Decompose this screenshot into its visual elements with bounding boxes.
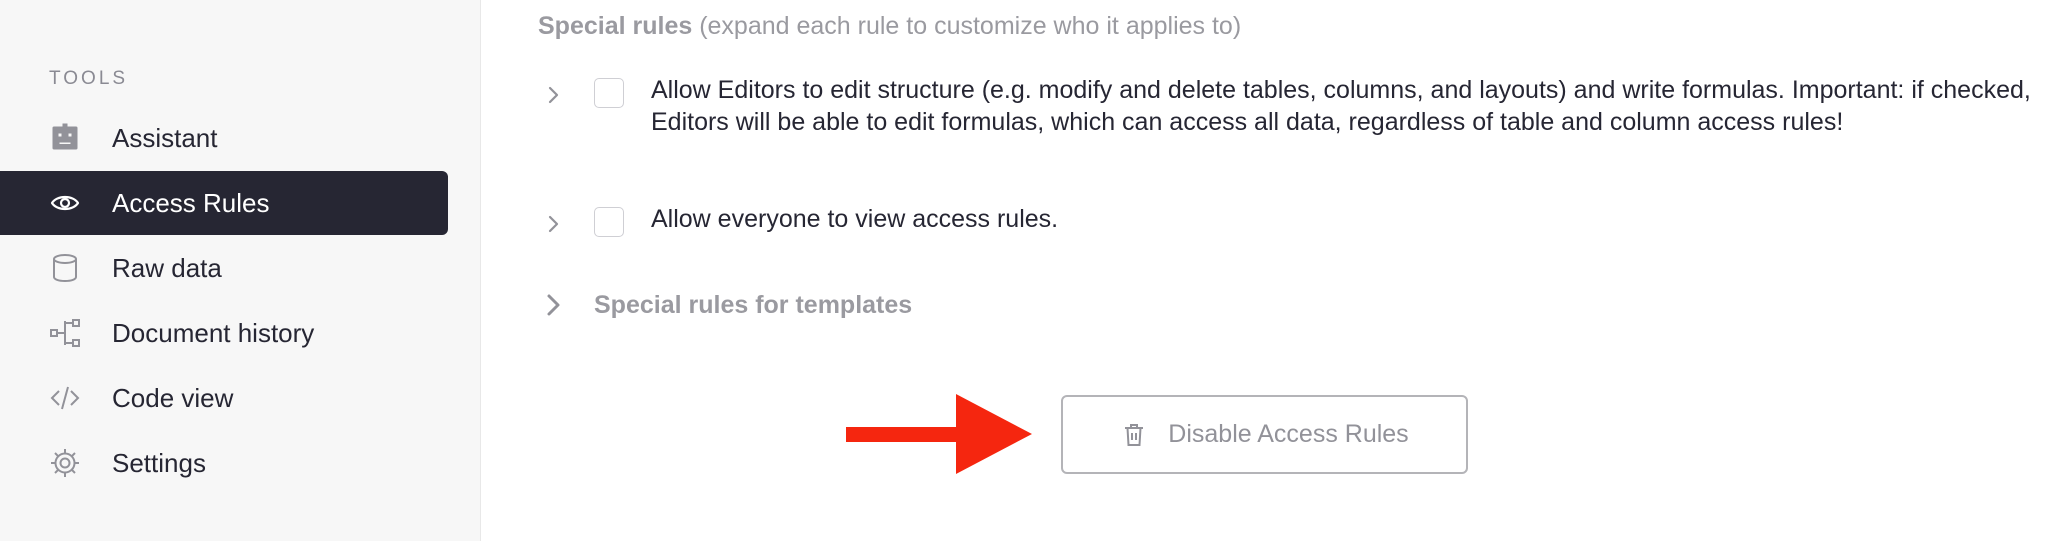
database-icon bbox=[48, 251, 82, 285]
sidebar-item-raw-data[interactable]: Raw data bbox=[0, 236, 448, 300]
robot-icon bbox=[48, 121, 82, 155]
special-rules-title: Special rules bbox=[538, 12, 693, 40]
sidebar-item-label: Raw data bbox=[112, 252, 222, 283]
disable-button-label: Disable Access Rules bbox=[1168, 420, 1409, 448]
special-rule-edit-structure: Allow Editors to edit structure (e.g. mo… bbox=[538, 74, 2048, 138]
sidebar-item-code-view[interactable]: Code view bbox=[0, 366, 448, 430]
sidebar-item-label: Assistant bbox=[112, 122, 218, 153]
history-tree-icon bbox=[48, 316, 82, 350]
edit-structure-checkbox[interactable] bbox=[594, 78, 624, 108]
sidebar-item-label: Code view bbox=[112, 382, 234, 413]
special-rule-text: Allow Editors to edit structure (e.g. mo… bbox=[651, 76, 2031, 136]
sidebar-item-label: Document history bbox=[112, 317, 315, 348]
special-rule-view-access-rules: Allow everyone to view access rules. bbox=[538, 203, 2048, 239]
sidebar-item-access-rules[interactable]: Access Rules bbox=[0, 171, 448, 235]
sidebar-item-settings[interactable]: Settings bbox=[0, 431, 448, 495]
view-access-rules-checkbox[interactable] bbox=[594, 207, 624, 237]
gear-icon bbox=[48, 446, 82, 480]
templates-section-label: Special rules for templates bbox=[594, 290, 913, 319]
code-icon bbox=[48, 381, 82, 415]
red-arrow-icon bbox=[846, 394, 1032, 474]
eye-icon bbox=[48, 186, 82, 220]
sidebar-item-label: Settings bbox=[112, 447, 206, 478]
sidebar: TOOLS Assistant Access Rules Raw data Do… bbox=[0, 0, 481, 541]
special-rules-subtitle: (expand each rule to customize who it ap… bbox=[699, 12, 1242, 40]
disable-access-rules-button[interactable]: Disable Access Rules bbox=[1061, 395, 1468, 474]
special-rule-text: Allow everyone to view access rules. bbox=[651, 205, 1059, 233]
tools-section-title: TOOLS bbox=[49, 68, 129, 89]
special-rules-heading: Special rules (expand each rule to custo… bbox=[538, 12, 1241, 41]
trash-icon bbox=[1120, 420, 1150, 450]
sidebar-item-label: Access Rules bbox=[112, 187, 270, 218]
chevron-right-icon bbox=[538, 290, 568, 320]
chevron-right-icon[interactable] bbox=[538, 80, 568, 110]
templates-section-toggle[interactable]: Special rules for templates bbox=[538, 290, 912, 320]
chevron-right-icon[interactable] bbox=[538, 209, 568, 239]
sidebar-item-assistant[interactable]: Assistant bbox=[0, 106, 448, 170]
sidebar-item-document-history[interactable]: Document history bbox=[0, 301, 448, 365]
